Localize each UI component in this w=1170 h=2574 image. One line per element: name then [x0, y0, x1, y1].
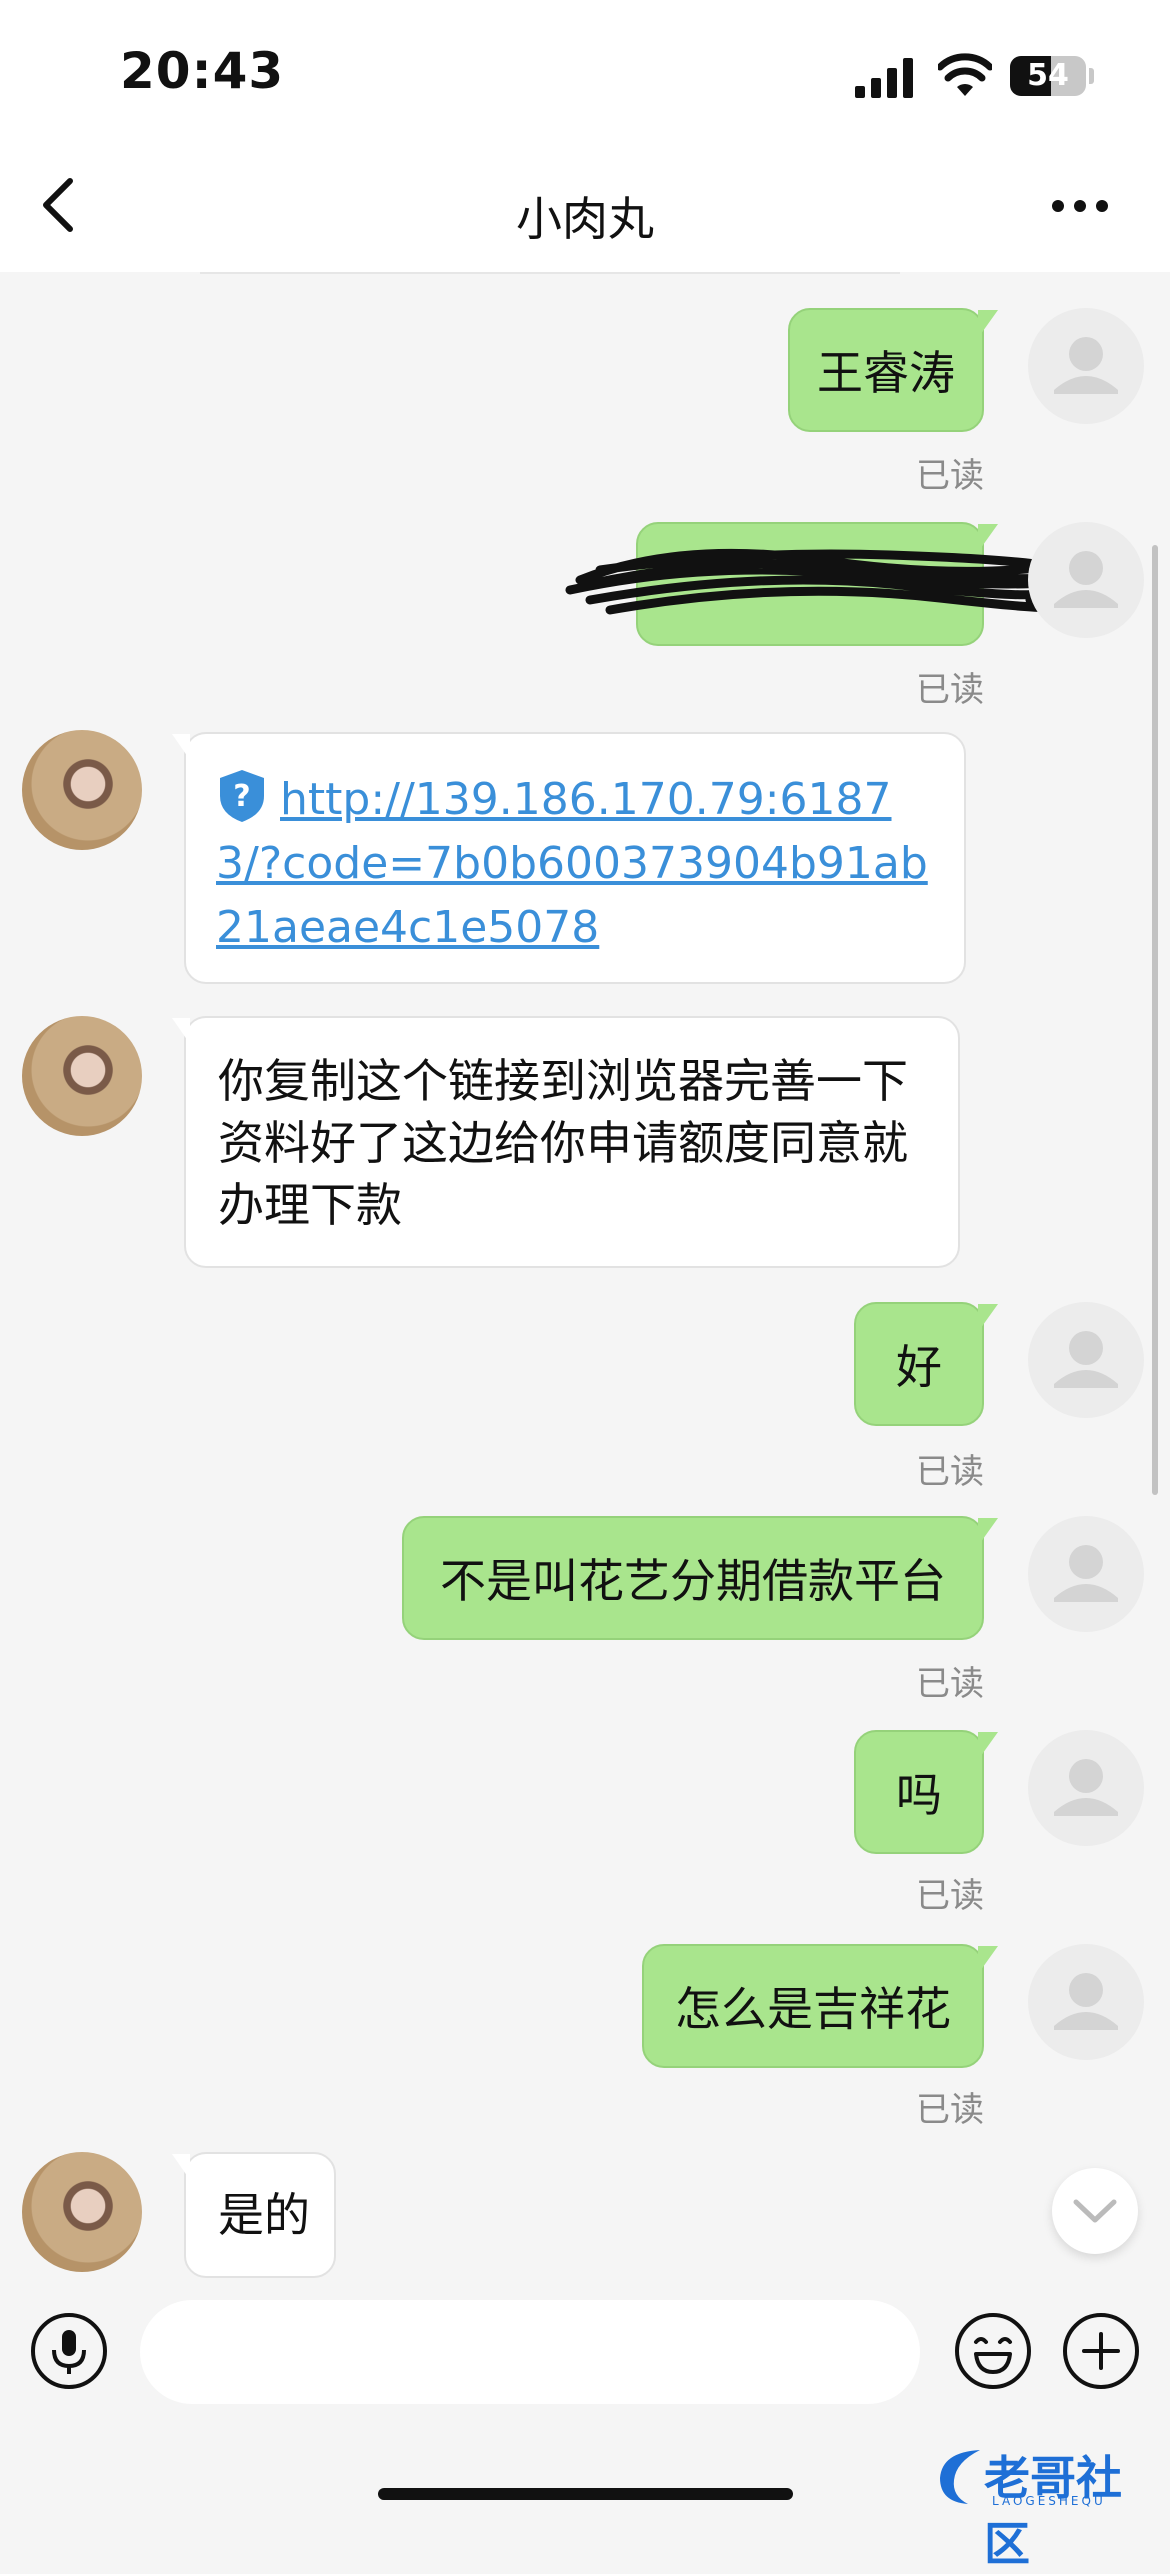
default-user-icon — [1054, 1545, 1118, 1602]
received-message-bubble[interactable]: 你复制这个链接到浏览器完善一下资料好了这边给你申请额度同意就办理下款 — [172, 1016, 960, 1268]
my-avatar[interactable] — [1028, 1516, 1144, 1632]
status-time: 20:43 — [120, 42, 285, 100]
watermark-logo: 老哥社区 LAOGESHEQU — [932, 2442, 1160, 2571]
svg-text:?: ? — [233, 779, 250, 814]
security-shield-icon: ? — [220, 770, 264, 822]
scrollbar[interactable] — [1152, 545, 1158, 1495]
sent-message-bubble[interactable]: 吗 — [854, 1730, 998, 1854]
redaction-scribble — [565, 548, 1075, 615]
my-avatar[interactable] — [1028, 1730, 1144, 1846]
read-receipt: 已读 — [916, 670, 984, 710]
sent-message-bubble[interactable]: 王睿涛 — [788, 308, 998, 432]
message-text: 怎么是吉祥花 — [675, 1982, 951, 2036]
link-url[interactable]: http://139.186.170.79:61873/?code=7b0b60… — [216, 774, 928, 953]
default-user-icon — [1054, 1331, 1118, 1388]
message-text: 是的 — [218, 2188, 310, 2242]
message-text: 王睿涛 — [817, 346, 955, 400]
dragon-logo-icon — [940, 2450, 980, 2504]
default-user-icon — [1054, 337, 1118, 394]
read-receipt: 已读 — [916, 1452, 984, 1492]
watermark-text: 老哥社区 — [984, 2451, 1122, 2571]
default-user-icon — [1054, 1973, 1118, 2030]
my-avatar[interactable] — [1028, 522, 1144, 638]
received-link-bubble[interactable]: ? http://139.186.170.79:61873/?code=7b0b… — [172, 732, 966, 984]
contact-avatar[interactable] — [22, 730, 142, 850]
message-text: 好 — [896, 1340, 942, 1394]
contact-avatar[interactable] — [22, 1016, 142, 1136]
cellular-signal-icon — [855, 58, 913, 98]
read-receipt: 已读 — [916, 1876, 984, 1916]
message-text: 不是叫花艺分期借款平台 — [440, 1554, 946, 1608]
chat-title: 小肉丸 — [516, 192, 654, 246]
wifi-icon — [938, 53, 992, 96]
sent-message-bubble[interactable]: 怎么是吉祥花 — [642, 1944, 998, 2068]
default-user-icon — [1054, 551, 1118, 608]
my-avatar[interactable] — [1028, 1302, 1144, 1418]
battery-indicator: 54 — [1010, 56, 1086, 96]
message-text: 吗 — [896, 1768, 942, 1822]
voice-input-icon[interactable] — [30, 2312, 108, 2390]
battery-cap — [1089, 68, 1094, 84]
message-link[interactable]: ? http://139.186.170.79:61873/?code=7b0b… — [216, 768, 936, 960]
my-avatar[interactable] — [1028, 308, 1144, 424]
message-text: 你复制这个链接到浏览器完善一下资料好了这边给你申请额度同意就办理下款 — [218, 1054, 908, 1232]
message-input[interactable] — [140, 2300, 920, 2404]
scroll-to-bottom-button[interactable] — [1052, 2168, 1138, 2254]
default-user-icon — [1054, 1759, 1118, 1816]
my-avatar[interactable] — [1028, 1944, 1144, 2060]
header-divider — [200, 272, 900, 274]
chevron-down-icon — [1073, 2199, 1117, 2223]
sent-message-bubble[interactable]: 好 — [854, 1302, 998, 1426]
add-attachment-icon[interactable] — [1062, 2312, 1140, 2390]
battery-level: 54 — [1027, 58, 1069, 93]
contact-avatar[interactable] — [22, 2152, 142, 2272]
sent-message-bubble[interactable]: 不是叫花艺分期借款平台 — [402, 1516, 998, 1640]
emoji-icon[interactable] — [954, 2312, 1032, 2390]
received-message-bubble[interactable]: 是的 — [172, 2152, 336, 2278]
watermark-subtext: LAOGESHEQU — [992, 2494, 1106, 2508]
read-receipt: 已读 — [916, 1664, 984, 1704]
home-indicator[interactable] — [378, 2488, 793, 2500]
read-receipt: 已读 — [916, 2090, 984, 2130]
more-options-icon[interactable] — [1050, 198, 1110, 214]
read-receipt: 已读 — [916, 456, 984, 496]
